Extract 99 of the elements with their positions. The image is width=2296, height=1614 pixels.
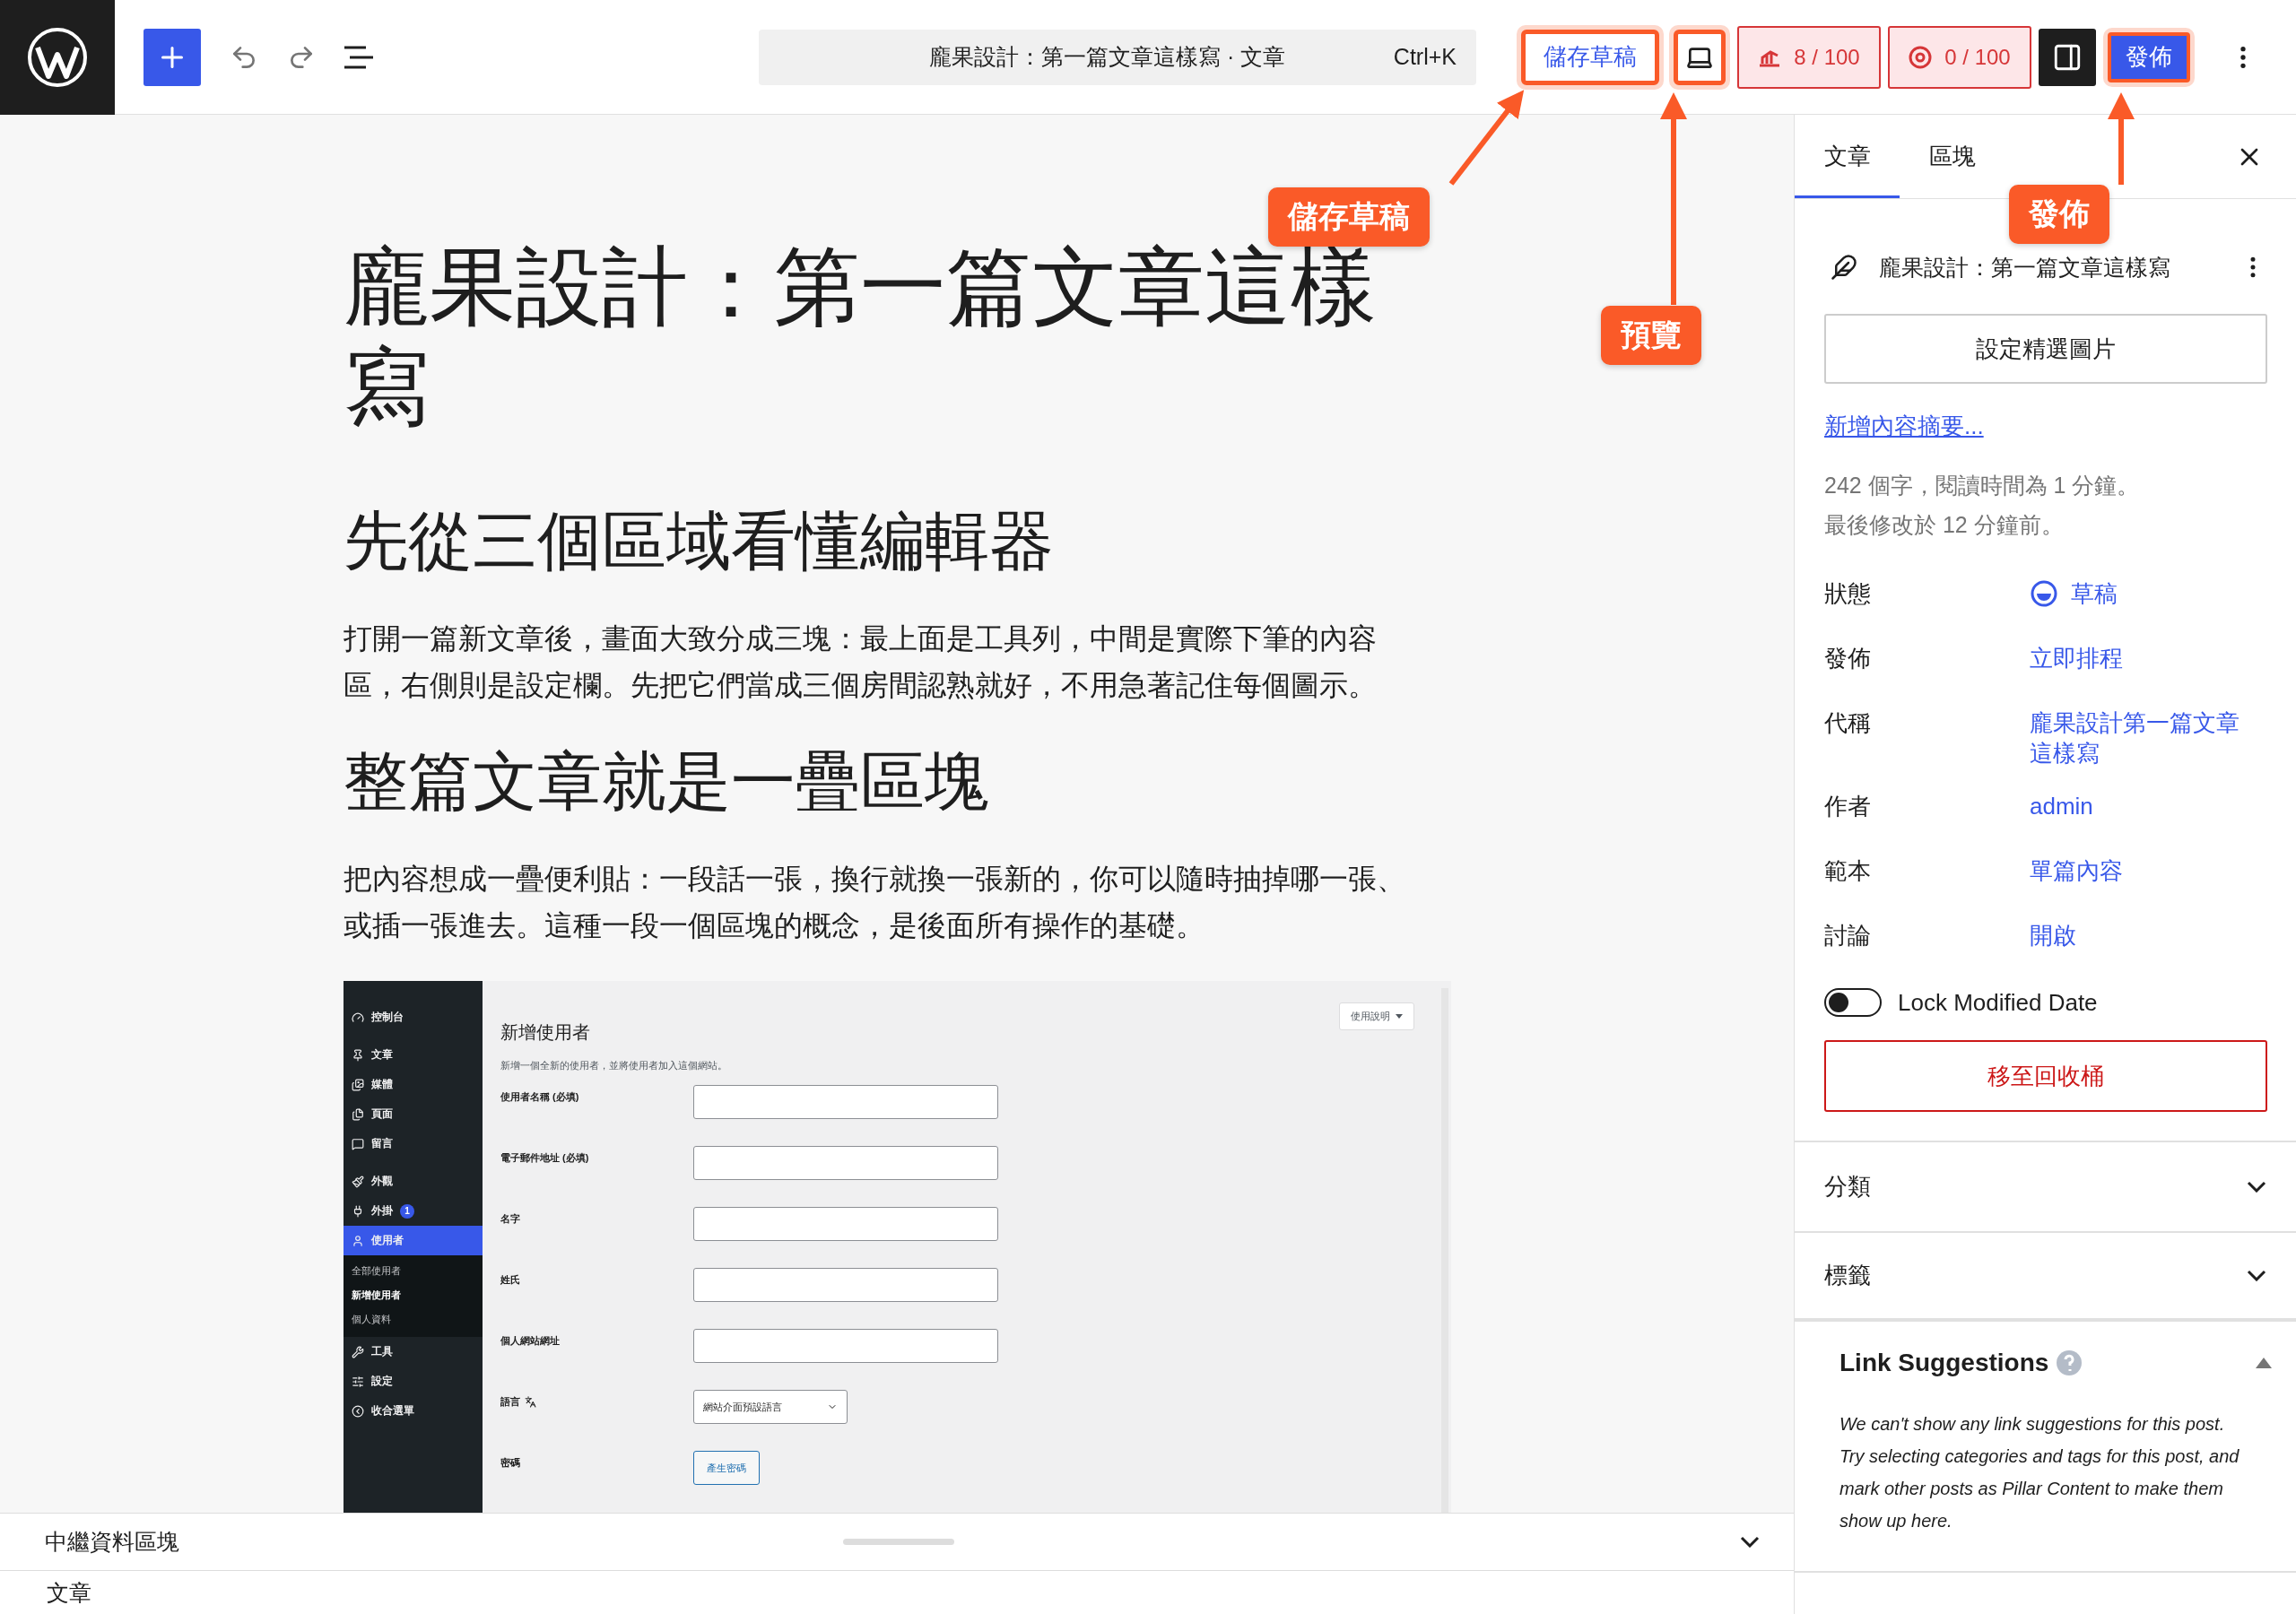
chevron-down-icon[interactable] [1740,1536,1760,1548]
admin-menu-item[interactable]: 外觀 [344,1167,483,1196]
score-button[interactable]: 0 / 100 [1888,25,2031,89]
setting-label: 範本 [1824,856,1872,886]
field-label: 姓氏 [500,1273,520,1287]
menu-icon [352,1204,364,1218]
menu-icon [352,1137,364,1150]
menu-icon [352,1345,364,1358]
heading[interactable]: 先從三個區域看懂編輯器 [344,500,1456,581]
input-field[interactable] [693,1329,998,1363]
generate-password-button[interactable]: 產生密碼 [693,1451,760,1485]
page-description: 新增一個全新的使用者，並將使用者加入這個網站。 [500,1059,728,1072]
input-field[interactable] [693,1146,998,1180]
admin-menu-item[interactable]: 文章 [344,1040,483,1070]
featured-image-button[interactable]: 設定精選圖片 [1824,314,2267,384]
preview-button[interactable] [1674,29,1726,85]
panel-message: We can't show any link suggestions for this post. Try selecting categories and tags for this post, and mark other posts as Pillar Content to make them show up here. [1839,1413,2240,1532]
menu-icon [352,1175,364,1188]
page-title: 新增使用者 [500,1021,591,1044]
field-label: 名字 [500,1212,520,1226]
admin-menu-item[interactable]: 控制台 [344,1002,483,1032]
toggle-switch[interactable] [1824,988,1882,1017]
input-field[interactable] [693,1207,998,1241]
admin-menu-item[interactable]: 外掛 1 [344,1196,483,1226]
command-bar[interactable]: 龐果設計：第一篇文章這樣寫 · 文章 Ctrl+K [759,29,1476,85]
menu-icon [352,1404,364,1418]
admin-menu-item[interactable]: 收合選單 [344,1396,483,1426]
post-stat: 最後修改於 12 分鐘前。 [1824,511,2065,539]
post-summary-title: 龐果設計：第一篇文章這樣寫 [1879,253,2171,282]
admin-menu-item[interactable]: 設定 [344,1367,483,1396]
breadcrumb[interactable]: 文章 [47,1577,91,1608]
setting-value-link[interactable]: 草稿 [2030,578,2254,609]
heading[interactable]: 整篇文章就是一疊區塊 [344,741,1456,821]
menu-icon [352,1375,364,1388]
chevron-down-icon [2247,1181,2266,1193]
collapse-triangle-icon[interactable] [2255,1357,2273,1369]
menu-icon [352,1234,364,1247]
setting-value-link[interactable]: 龐果設計第一篇文章這樣寫 [2030,707,2254,768]
menu-icon [352,1107,364,1121]
document-title: 龐果設計：第一篇文章這樣寫 · 文章 [929,43,1287,71]
admin-menu-item[interactable]: 工具 [344,1337,483,1367]
admin-submenu-item[interactable]: 全部使用者 [344,1259,483,1283]
panel-title: Link Suggestions [1839,1349,2049,1377]
setting-label: 狀態 [1824,579,1872,609]
setting-label: 代稱 [1824,708,1872,738]
annotation-label: 發佈 [2009,185,2109,244]
input-field[interactable] [693,1268,998,1302]
meta-boxes-bar[interactable]: 中繼資料區塊 [0,1513,1794,1571]
setting-value-link[interactable]: 立即排程 [2030,643,2254,673]
count-badge: 1 [400,1203,414,1219]
save-draft-button[interactable]: 儲存草稿 [1521,29,1659,85]
translate-icon [525,1396,536,1408]
admin-menu-item[interactable]: 留言 [344,1129,483,1158]
paragraph[interactable]: 把內容想成一疊便利貼：一段話一張，換行就換一張新的，你可以隨時抽掉哪一張、或插一張進去。這種一段一個區塊的概念，是後面所有操作的基礎。 [344,855,1433,949]
sidebar-tab[interactable]: 文章 [1795,115,1900,198]
menu-icon [352,1011,364,1024]
field-label: 使用者名稱 (必填) [500,1090,579,1104]
toggle-label: Lock Modified Date [1898,988,2098,1017]
menu-icon [352,1048,364,1062]
admin-submenu-item[interactable]: 個人資料 [344,1307,483,1332]
setting-label: 發佈 [1824,644,1872,673]
chevron-down-icon [2247,1270,2266,1281]
admin-menu-item[interactable]: 頁面 [344,1099,483,1129]
annotation-label: 預覽 [1601,306,1701,365]
status-icon [2030,579,2058,608]
admin-menu-item[interactable]: 媒體 [344,1070,483,1099]
language-select[interactable]: 網站介面預設語言 [693,1390,848,1424]
trash-button[interactable]: 移至回收桶 [1824,1040,2267,1112]
caret-icon [1396,1014,1403,1019]
meta-boxes-title: 中繼資料區塊 [45,1528,180,1556]
setting-label: 作者 [1824,792,1872,821]
field-label: 語言 [500,1395,520,1409]
resize-handle[interactable] [843,1539,954,1545]
settings-panel-toggle[interactable] [2039,28,2096,86]
scrollbar[interactable] [1441,988,1448,1513]
input-field[interactable] [693,1085,998,1119]
menu-icon [352,1078,364,1091]
excerpt-link[interactable]: 新增內容摘要... [1824,411,1984,442]
setting-label: 討論 [1824,921,1872,950]
publish-button[interactable]: 發佈 [2108,31,2190,82]
setting-value-link[interactable]: 開啟 [2030,920,2254,950]
paragraph[interactable]: 打開一篇新文章後，畫面大致分成三塊：最上面是工具列，中間是實際下筆的內容區，右側則是設定欄。先把它們當成三個房間認熟就好，不用急著記住每個圖示。 [344,615,1433,708]
field-label: 個人網站網址 [500,1334,560,1348]
feather-icon [1831,254,1857,281]
post-stat: 242 個字，閱讀時間為 1 分鐘。 [1824,472,2141,499]
add-block-button[interactable] [144,28,201,86]
field-label: 電子郵件地址 (必填) [500,1151,589,1165]
admin-menu-item[interactable]: 使用者 [344,1226,483,1255]
setting-value-link[interactable]: admin [2030,791,2254,821]
shortcut-hint: Ctrl+K [1393,44,1457,70]
score-button[interactable]: 8 / 100 [1737,25,1881,89]
sidebar-tab[interactable]: 區塊 [1900,115,2005,198]
setting-value-link[interactable]: 單篇內容 [2030,855,2254,886]
help-button[interactable]: 使用說明 [1339,1002,1414,1030]
panel-header[interactable]: 標籤 [1795,1231,2296,1322]
admin-submenu-item[interactable]: 新增使用者 [344,1283,483,1307]
annotation-label: 儲存草稿 [1268,187,1430,247]
field-label: 密碼 [500,1456,520,1470]
wordpress-logo[interactable] [26,25,89,89]
